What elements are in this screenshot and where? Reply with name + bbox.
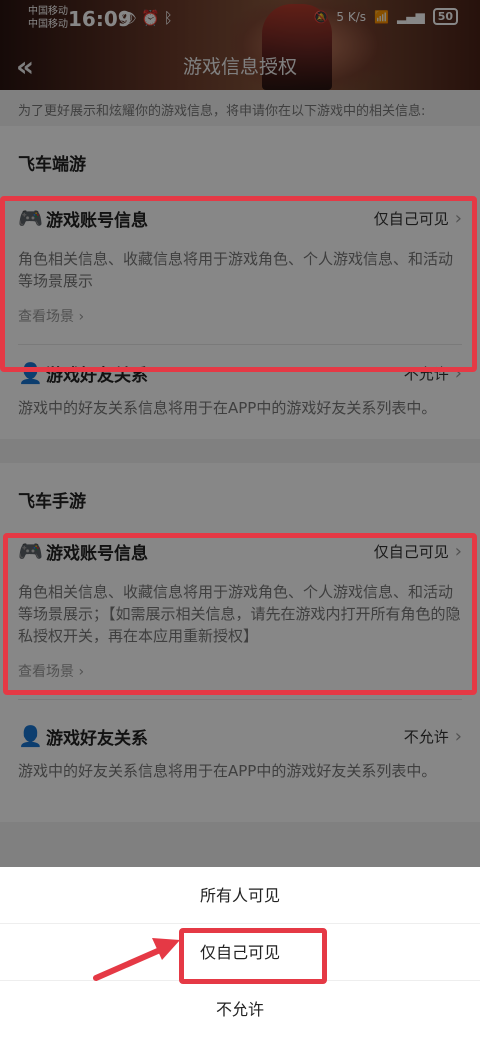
arrow-shaft [93, 947, 163, 981]
annotation-arrow [93, 938, 180, 981]
